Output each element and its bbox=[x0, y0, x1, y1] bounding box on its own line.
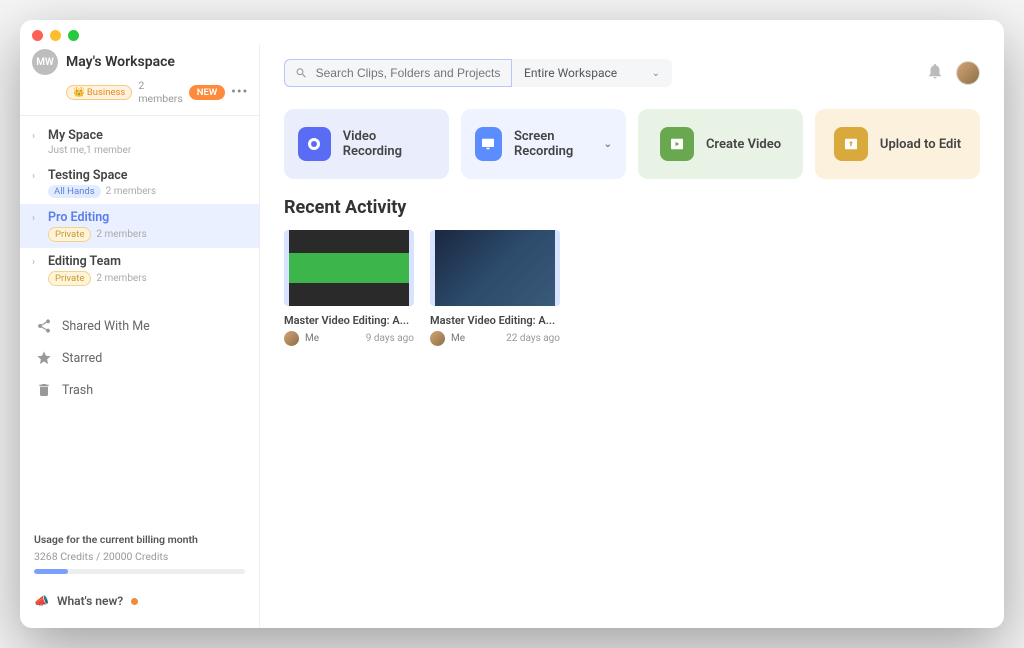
card-label: Upload to Edit bbox=[880, 137, 961, 152]
chevron-right-icon: › bbox=[32, 171, 42, 182]
chevron-down-icon: ⌄ bbox=[604, 139, 612, 150]
video-recording-card[interactable]: Video Recording bbox=[284, 109, 449, 179]
recent-activity: Recent Activity Master Video Editing: A.… bbox=[260, 197, 1004, 346]
usage-title: Usage for the current billing month bbox=[34, 533, 245, 546]
maximize-window-icon[interactable] bbox=[68, 30, 79, 41]
space-badge: Private bbox=[48, 227, 91, 242]
space-sub: 2 members bbox=[96, 229, 146, 240]
spaces-list: › My Space Just me,1 member › Testing Sp… bbox=[20, 116, 259, 298]
card-label: Screen Recording bbox=[514, 129, 596, 159]
main-content: Entire Workspace ⌄ bbox=[260, 45, 1004, 628]
usage-bar bbox=[34, 569, 245, 574]
upload-icon bbox=[834, 127, 868, 161]
clip-author: Me bbox=[305, 333, 360, 344]
topbar: Entire Workspace ⌄ bbox=[260, 45, 1004, 97]
nav-label: Trash bbox=[62, 383, 93, 398]
workspace-menu-icon[interactable]: ••• bbox=[231, 84, 248, 100]
clip-author: Me bbox=[451, 333, 500, 344]
nav-starred[interactable]: Starred bbox=[20, 342, 259, 374]
clip-title: Master Video Editing: A... bbox=[430, 314, 560, 327]
whats-new-button[interactable]: 📣 What's new? bbox=[20, 584, 259, 618]
author-avatar bbox=[430, 331, 445, 346]
whats-new-label: What's new? bbox=[57, 594, 123, 608]
star-icon bbox=[36, 350, 52, 366]
close-window-icon[interactable] bbox=[32, 30, 43, 41]
nav-label: Shared With Me bbox=[62, 319, 150, 334]
nav-label: Starred bbox=[62, 351, 102, 366]
new-badge: NEW bbox=[189, 85, 225, 100]
bell-icon bbox=[926, 62, 944, 80]
create-video-card[interactable]: Create Video bbox=[638, 109, 803, 179]
plan-badge: 👑 Business bbox=[66, 85, 132, 100]
space-badge: All Hands bbox=[48, 185, 101, 198]
recent-heading: Recent Activity bbox=[284, 197, 980, 218]
clip-title: Master Video Editing: A... bbox=[284, 314, 414, 327]
window-controls bbox=[20, 20, 1004, 45]
space-sub: Just me,1 member bbox=[48, 145, 131, 156]
workspace-members: 2 members bbox=[138, 79, 182, 105]
space-name: Testing Space bbox=[48, 168, 247, 183]
monitor-icon bbox=[475, 127, 502, 161]
space-item-my-space[interactable]: › My Space Just me,1 member bbox=[20, 122, 259, 162]
workspace-header[interactable]: MW May's Workspace 👑 Business 2 members … bbox=[20, 45, 259, 116]
workspace-title: May's Workspace bbox=[66, 54, 247, 70]
app-window: MW May's Workspace 👑 Business 2 members … bbox=[20, 20, 1004, 628]
chevron-right-icon: › bbox=[32, 213, 42, 224]
action-cards: Video Recording Screen Recording ⌄ Creat… bbox=[260, 97, 1004, 197]
search-box[interactable] bbox=[284, 59, 512, 87]
minimize-window-icon[interactable] bbox=[50, 30, 61, 41]
space-item-editing-team[interactable]: › Editing Team Private 2 members bbox=[20, 248, 259, 292]
workspace-avatar: MW bbox=[32, 49, 58, 75]
chevron-right-icon: › bbox=[32, 131, 42, 142]
usage-fill bbox=[34, 569, 68, 574]
screen-recording-card[interactable]: Screen Recording ⌄ bbox=[461, 109, 626, 179]
megaphone-icon: 📣 bbox=[34, 594, 49, 608]
search-icon bbox=[295, 66, 308, 80]
chevron-right-icon: › bbox=[32, 257, 42, 268]
space-name: My Space bbox=[48, 128, 247, 143]
film-icon bbox=[660, 127, 694, 161]
card-label: Video Recording bbox=[343, 129, 435, 159]
clip-thumbnail bbox=[284, 230, 414, 306]
space-item-testing[interactable]: › Testing Space All Hands 2 members bbox=[20, 162, 259, 204]
space-name: Editing Team bbox=[48, 254, 247, 269]
upload-to-edit-card[interactable]: Upload to Edit bbox=[815, 109, 980, 179]
clip-item[interactable]: Master Video Editing: A... Me 22 days ag… bbox=[430, 230, 560, 346]
usage-count: 3268 Credits / 20000 Credits bbox=[34, 550, 245, 563]
space-sub: 2 members bbox=[96, 273, 146, 284]
search-scope-select[interactable]: Entire Workspace ⌄ bbox=[512, 59, 672, 87]
chevron-down-icon: ⌄ bbox=[652, 68, 660, 79]
scope-label: Entire Workspace bbox=[524, 66, 617, 80]
usage-block: Usage for the current billing month 3268… bbox=[20, 533, 259, 584]
search-input[interactable] bbox=[316, 66, 501, 80]
nav-shared-with-me[interactable]: Shared With Me bbox=[20, 310, 259, 342]
sidebar: MW May's Workspace 👑 Business 2 members … bbox=[20, 45, 260, 628]
share-icon bbox=[36, 318, 52, 334]
trash-icon bbox=[36, 382, 52, 398]
notifications-button[interactable] bbox=[926, 62, 944, 84]
notification-dot-icon bbox=[131, 598, 138, 605]
clip-item[interactable]: Master Video Editing: A... Me 9 days ago bbox=[284, 230, 414, 346]
space-item-pro-editing[interactable]: › Pro Editing Private 2 members bbox=[20, 204, 259, 248]
card-label: Create Video bbox=[706, 137, 781, 152]
clip-age: 9 days ago bbox=[366, 333, 414, 344]
space-sub: 2 members bbox=[106, 186, 156, 197]
space-name: Pro Editing bbox=[48, 210, 247, 225]
space-badge: Private bbox=[48, 271, 91, 286]
user-avatar[interactable] bbox=[956, 61, 980, 85]
nav-trash[interactable]: Trash bbox=[20, 374, 259, 406]
clip-thumbnail bbox=[430, 230, 560, 306]
author-avatar bbox=[284, 331, 299, 346]
clip-age: 22 days ago bbox=[506, 333, 560, 344]
camera-icon bbox=[298, 127, 331, 161]
